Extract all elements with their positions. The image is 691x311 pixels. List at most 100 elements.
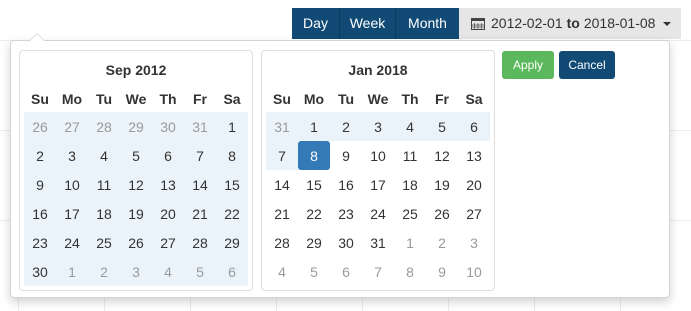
day-cell[interactable]: 14 [184,170,216,199]
day-cell[interactable]: 1 [56,257,88,286]
day-cell[interactable]: 3 [120,257,152,286]
day-cell[interactable]: 30 [24,257,56,286]
day-cell[interactable]: 2 [330,112,362,141]
weekday-header: Tu [337,91,355,107]
day-view-button[interactable]: Day [292,8,339,39]
day-cell[interactable]: 22 [298,199,330,228]
day-cell[interactable]: 30 [330,228,362,257]
day-cell[interactable]: 6 [152,141,184,170]
day-cell[interactable]: 18 [88,199,120,228]
day-cell[interactable]: 29 [120,112,152,141]
left-calendar: Sep 2012 Su Mo Tu We Th Fr Sa 26 27 28 2… [19,50,253,291]
day-cell[interactable]: 13 [458,141,490,170]
day-cell[interactable]: 15 [216,170,248,199]
day-cell[interactable]: 16 [330,170,362,199]
day-cell[interactable]: 24 [56,228,88,257]
apply-button[interactable]: Apply [502,51,554,79]
day-cell[interactable]: 9 [426,257,458,286]
day-cell[interactable]: 19 [120,199,152,228]
day-cell[interactable]: 28 [266,228,298,257]
day-cell[interactable]: 8 [394,257,426,286]
day-cell[interactable]: 7 [266,141,298,170]
selected-end-date-cell[interactable]: 8 [298,141,330,170]
day-cell[interactable]: 7 [184,141,216,170]
day-cell[interactable]: 14 [266,170,298,199]
day-cell[interactable]: 25 [394,199,426,228]
day-cell[interactable]: 3 [458,228,490,257]
day-cell[interactable]: 5 [120,141,152,170]
day-cell[interactable]: 4 [88,141,120,170]
day-cell[interactable]: 25 [88,228,120,257]
day-cell[interactable]: 3 [56,141,88,170]
day-cell[interactable]: 26 [120,228,152,257]
day-cell[interactable]: 16 [24,199,56,228]
weekday-header: Mo [303,91,325,107]
day-cell[interactable]: 28 [88,112,120,141]
day-cell[interactable]: 23 [330,199,362,228]
day-cell[interactable]: 20 [152,199,184,228]
day-cell[interactable]: 10 [458,257,490,286]
day-cell[interactable]: 22 [216,199,248,228]
day-cell[interactable]: 4 [394,112,426,141]
day-cell[interactable]: 2 [88,257,120,286]
day-cell[interactable]: 10 [56,170,88,199]
week-view-button[interactable]: Week [339,8,395,39]
weekday-header: Su [31,91,49,107]
day-cell[interactable]: 29 [298,228,330,257]
weekday-header: Su [273,91,291,107]
cancel-button[interactable]: Cancel [559,51,615,79]
day-cell[interactable]: 26 [426,199,458,228]
day-cell[interactable]: 12 [426,141,458,170]
day-cell[interactable]: 24 [362,199,394,228]
day-cell[interactable]: 1 [298,112,330,141]
day-cell[interactable]: 8 [216,141,248,170]
day-cell[interactable]: 31 [362,228,394,257]
day-cell[interactable]: 21 [266,199,298,228]
day-cell[interactable]: 3 [362,112,394,141]
day-cell[interactable]: 12 [120,170,152,199]
day-cell[interactable]: 1 [394,228,426,257]
day-cell[interactable]: 20 [458,170,490,199]
day-cell[interactable]: 21 [184,199,216,228]
right-calendar-title: Jan 2018 [348,62,408,78]
day-cell[interactable]: 29 [216,228,248,257]
day-cell[interactable]: 23 [24,228,56,257]
day-cell[interactable]: 27 [56,112,88,141]
weekday-header: Fr [435,91,449,107]
day-cell[interactable]: 1 [216,112,248,141]
day-cell[interactable]: 5 [298,257,330,286]
date-range-button[interactable]: 2012-02-01 to 2018-01-08 [459,8,682,39]
day-cell[interactable]: 11 [394,141,426,170]
day-cell[interactable]: 30 [152,112,184,141]
month-view-button[interactable]: Month [395,8,459,39]
day-cell[interactable]: 5 [426,112,458,141]
day-cell[interactable]: 15 [298,170,330,199]
day-cell[interactable]: 2 [24,141,56,170]
day-cell[interactable]: 2 [426,228,458,257]
day-cell[interactable]: 17 [362,170,394,199]
date-range-picker-popup: Sep 2012 Su Mo Tu We Th Fr Sa 26 27 28 2… [10,33,670,298]
day-cell[interactable]: 13 [152,170,184,199]
day-cell[interactable]: 18 [394,170,426,199]
day-cell[interactable]: 10 [362,141,394,170]
day-cell[interactable]: 6 [330,257,362,286]
day-cell[interactable]: 19 [426,170,458,199]
day-cell[interactable]: 17 [56,199,88,228]
day-cell[interactable]: 11 [88,170,120,199]
day-cell[interactable]: 6 [458,112,490,141]
day-cell[interactable]: 26 [24,112,56,141]
weekday-header: Sa [465,91,483,107]
day-cell[interactable]: 27 [152,228,184,257]
day-cell[interactable]: 6 [216,257,248,286]
day-cell[interactable]: 31 [184,112,216,141]
day-cell[interactable]: 5 [184,257,216,286]
day-cell[interactable]: 28 [184,228,216,257]
weekday-header: Sa [223,91,241,107]
day-cell[interactable]: 27 [458,199,490,228]
day-cell[interactable]: 7 [362,257,394,286]
day-cell[interactable]: 9 [330,141,362,170]
day-cell[interactable]: 4 [152,257,184,286]
day-cell[interactable]: 31 [266,112,298,141]
day-cell[interactable]: 4 [266,257,298,286]
day-cell[interactable]: 9 [24,170,56,199]
